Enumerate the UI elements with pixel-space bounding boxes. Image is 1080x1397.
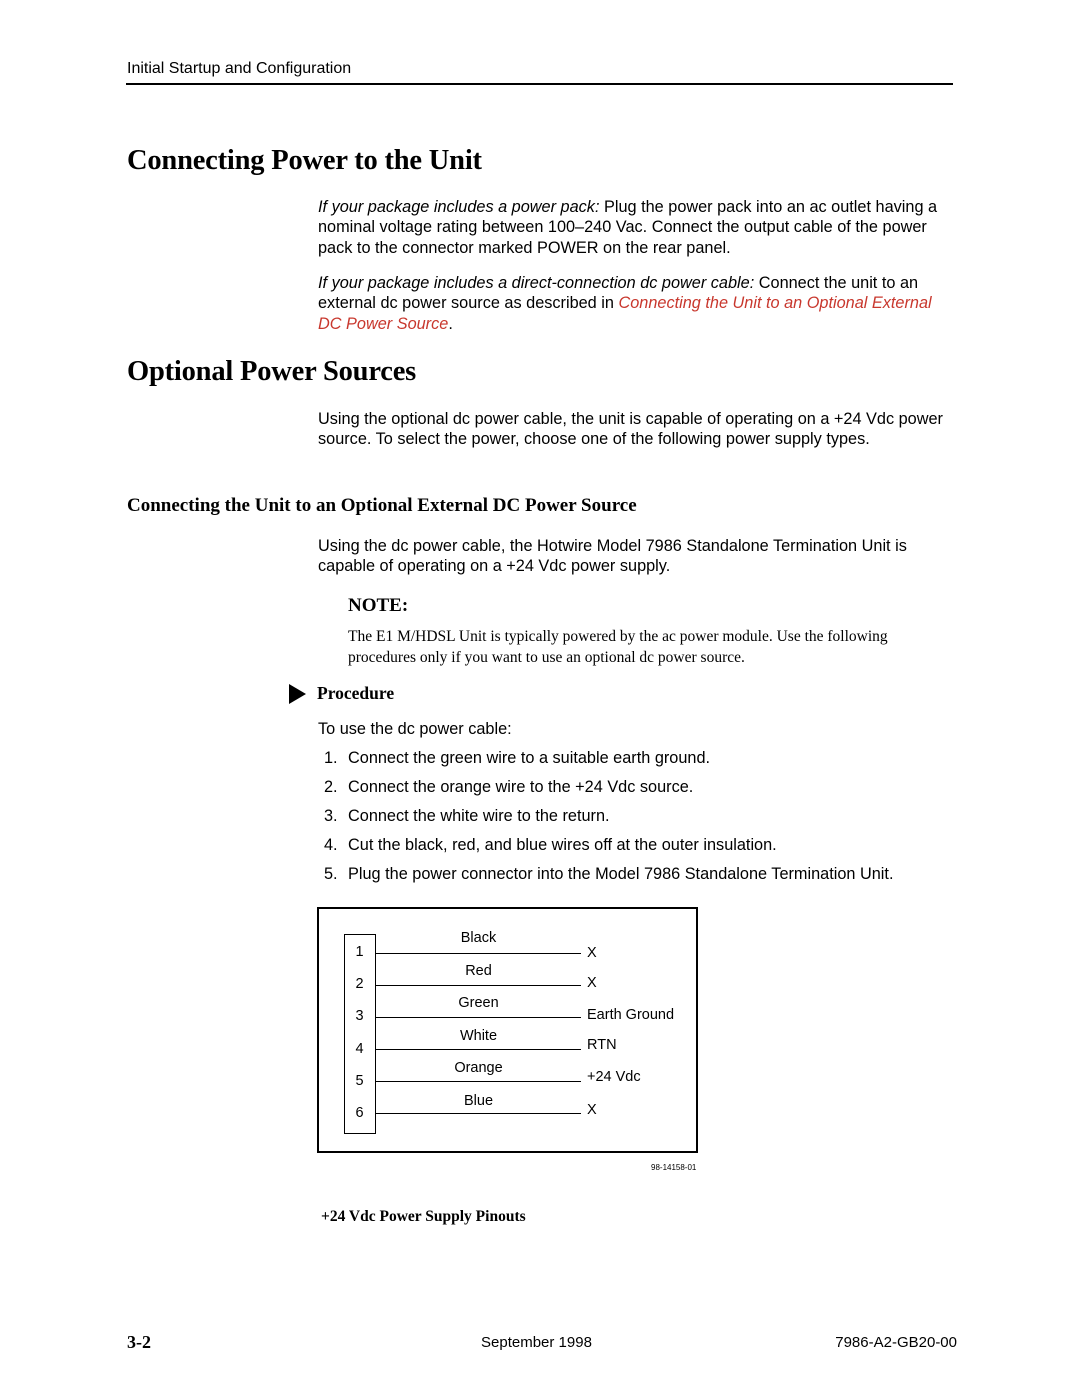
sentence-end: . [448,314,453,333]
figure-id: 98-14158-01 [651,1163,697,1172]
header-rule [126,83,953,85]
subsection-title: Connecting the Unit to an Optional Exter… [127,495,637,516]
section-title-connecting-power: Connecting Power to the Unit [127,145,482,176]
wire-connection: X [587,975,597,991]
wire-connection: +24 Vdc [587,1069,641,1085]
page-number: 3-2 [127,1332,151,1352]
step-text: Connect the green wire to a suitable ear… [348,749,711,767]
optional-power-paragraph: Using the optional dc power cable, the u… [318,410,943,449]
wire-label: Black [460,930,497,946]
pin-number: 3 [355,1008,364,1024]
step-number: 5. [324,865,338,883]
connector-block: 1 2 3 4 5 6 [344,934,376,1134]
wire-connection: X [587,945,597,961]
procedure-step: 4. Cut the black, red, and blue wires off… [324,836,893,865]
step-number: 2. [324,778,338,796]
procedure-label: Procedure [317,683,395,703]
wire-connection: RTN [587,1037,617,1053]
wire-connection: X [587,1102,597,1118]
procedure-step: 1. Connect the green wire to a suitable e… [324,749,893,778]
note-title: NOTE: [348,595,409,616]
dc-cable-lead: If your package includes a direct-connec… [318,274,755,292]
step-text: Plug the power connector into the Model … [348,865,894,883]
wire-line [376,985,581,986]
wire-line [376,1049,581,1050]
running-head: Initial Startup and Configuration [127,60,352,77]
dc-cable-capability-paragraph: Using the dc power cable, the Hotwire Mo… [318,537,907,576]
pin-number: 2 [355,976,364,992]
note-text: The E1 M/HDSL Unit is typically powered … [348,628,888,666]
pin-number: 1 [355,944,364,960]
wire-label: Orange [454,1060,503,1076]
dc-cable-paragraph: If your package includes a direct-connec… [318,273,958,334]
wire-line [376,953,581,954]
power-pack-paragraph: If your package includes a power pack: P… [318,197,958,258]
procedure-heading: Procedure [289,683,394,704]
procedure-step: 3. Connect the white wire to the return. [324,807,893,836]
figure-caption: +24 Vdc Power Supply Pinouts [321,1208,526,1225]
step-text: Cut the black, red, and blue wires off a… [348,836,777,854]
procedure-step: 5. Plug the power connector into the Mode… [324,865,893,894]
footer-date: September 1998 [481,1334,592,1351]
step-number: 1. [324,749,338,767]
footer-doc-number: 7986-A2-GB20-00 [835,1334,957,1351]
step-number: 4. [324,836,338,854]
wire-line [376,1081,581,1082]
wire-connection: Earth Ground [587,1007,675,1023]
wire-label: Blue [463,1093,494,1109]
step-number: 3. [324,807,338,825]
procedure-arrow-icon [289,683,306,704]
wire-line [376,1017,581,1018]
pin-number: 6 [355,1105,364,1121]
wire-label: Green [458,995,499,1011]
power-pack-lead: If your package includes a power pack: [318,198,600,216]
step-text: Connect the orange wire to the +24 Vdc s… [348,778,694,796]
step-text: Connect the white wire to the return. [348,807,610,825]
wire-label: Red [465,963,492,979]
section-title-optional-power: Optional Power Sources [127,356,417,387]
wire-label: White [459,1028,498,1044]
wire-line [376,1113,581,1114]
pinout-diagram: 1 2 3 4 5 6 Black X Red X Green Earth Gr… [317,907,698,1153]
pin-number: 4 [355,1041,364,1057]
procedure-steps: 1. Connect the green wire to a suitable e… [324,749,893,894]
pin-number: 5 [355,1073,364,1089]
procedure-intro: To use the dc power cable: [318,720,512,738]
procedure-step: 2. Connect the orange wire to the +24 Vdc… [324,778,893,807]
